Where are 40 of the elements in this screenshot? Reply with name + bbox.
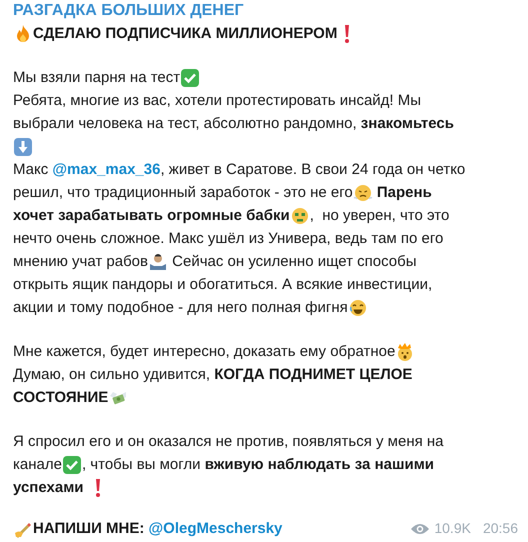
post-text: решил, что традиционный заработок - это не его — [13, 183, 353, 203]
post-text: , живет в Саратове. В свои 24 года он четко — [160, 160, 466, 180]
post-text: мнению учат рабов — [13, 252, 148, 272]
post-text: хочет зарабатывать огромные бабки — [13, 206, 290, 226]
post-text: канале — [13, 455, 62, 475]
mention-link[interactable]: @max_max_36 — [52, 158, 160, 181]
post-text: КОГДА ПОДНИМЕТ ЦЕЛОЕ — [214, 365, 412, 385]
post-text: акции и тому подобное - для него полная фигня — [13, 298, 348, 318]
exclamation-icon — [343, 24, 352, 44]
post-text: Думаю, он сильно удивится, — [13, 365, 212, 385]
post-text: нечто очень сложное. Макс ушёл из Универа, ведь там по его — [13, 229, 444, 249]
channel-name[interactable]: РАЗГАДКА БОЛЬШИХ ДЕНЕГ — [13, 0, 244, 22]
view-count: 10.9K — [434, 519, 471, 538]
check-icon — [180, 68, 200, 88]
exclamation-icon — [94, 478, 102, 498]
post-text: выбрали человека на тест, абсолютно рандомно, — [13, 114, 358, 134]
post-text: НАПИШИ МНЕ: — [33, 519, 146, 539]
post-text: вживую наблюдать за нашими — [204, 455, 434, 475]
post-text: Сейчас он усиленно ищет способы — [171, 252, 416, 272]
post-text: Макс — [13, 160, 50, 180]
post-text: Мы взяли парня на тест — [13, 68, 180, 88]
money-face-icon — [290, 206, 310, 226]
post-text: Ребята, многие из вас, хотели протестировать инсайд! Мы — [13, 91, 422, 111]
post-text: Парень — [376, 183, 432, 203]
post-text: Я спросил его и он оказался не против, появляться у меня на — [13, 432, 444, 452]
check-icon — [62, 454, 82, 474]
eye-icon — [410, 522, 430, 536]
post-text: успехами — [13, 478, 85, 498]
post-text: Мне кажется, будет интересно, доказать ему обратное — [13, 342, 396, 362]
post-text: , но уверен, что это — [310, 206, 450, 226]
laughing-face-icon — [348, 298, 368, 318]
post-time: 20:56 — [482, 519, 518, 538]
post-text: , чтобы вы могли — [82, 455, 202, 475]
angry-face-icon — [352, 182, 373, 202]
post-text: СДЕЛАЮ ПОДПИСЧИКА МИЛЛИОНЕРОМ — [33, 24, 338, 44]
post-text: открыть ящик пандоры и обогатиться. А всякие инвестиции, — [13, 275, 432, 295]
post-text: знакомьтесь — [360, 114, 454, 134]
mention-link[interactable]: @OlegMeschersky — [148, 517, 282, 540]
person-icon — [148, 252, 168, 272]
post-text: СОСТОЯНИЕ — [13, 388, 108, 408]
